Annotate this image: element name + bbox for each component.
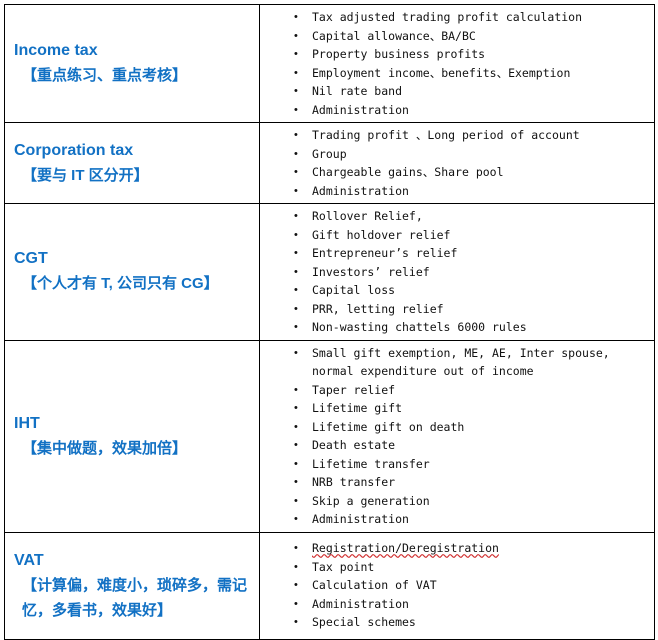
points-list: Trading profit 、Long period of account G… bbox=[260, 126, 648, 200]
points-cell-cgt: Rollover Relief, Gift holdover relief En… bbox=[259, 203, 655, 341]
list-item: Administration bbox=[260, 510, 648, 529]
list-item: Small gift exemption, ME, AE, Inter spou… bbox=[260, 344, 648, 381]
list-item: Administration bbox=[260, 101, 648, 120]
points-cell-corporation-tax: Trading profit 、Long period of account G… bbox=[259, 122, 655, 204]
topic-cell-corporation-tax: Corporation tax 【要与 IT 区分开】 bbox=[4, 122, 260, 204]
list-item: Taper relief bbox=[260, 381, 648, 400]
topic-cell-vat: VAT 【计算偏，难度小，琐碎多，需记忆，多看书，效果好】 bbox=[4, 531, 260, 640]
topic-cell-income-tax: Income tax 【重点练习、重点考核】 bbox=[4, 4, 260, 123]
points-cell-income-tax: Tax adjusted trading profit calculation … bbox=[259, 4, 655, 123]
topic-title: Corporation tax bbox=[14, 141, 134, 159]
topic-note: 【重点练习、重点考核】 bbox=[22, 67, 188, 84]
list-item: Chargeable gains、Share pool bbox=[260, 163, 648, 182]
list-item: Group bbox=[260, 145, 648, 164]
topic-cell-cgt: CGT 【个人才有 T, 公司只有 CG】 bbox=[4, 203, 260, 341]
topic-title: CGT bbox=[14, 250, 48, 268]
tax-topics-table: Income tax 【重点练习、重点考核】 Tax adjusted trad… bbox=[4, 4, 655, 640]
topic-title: IHT bbox=[14, 414, 40, 432]
list-item: Investors’ relief bbox=[260, 263, 648, 282]
topic-note: 【要与 IT 区分开】 bbox=[22, 166, 149, 184]
table-row: CGT 【个人才有 T, 公司只有 CG】 Rollover Relief, G… bbox=[4, 203, 655, 341]
list-item: Gift holdover relief bbox=[260, 226, 648, 245]
list-item: Nil rate band bbox=[260, 82, 648, 101]
table-row: Corporation tax 【要与 IT 区分开】 Trading prof… bbox=[4, 122, 655, 204]
topic-note: 【计算偏，难度小，琐碎多，需记忆，多看书，效果好】 bbox=[22, 576, 248, 619]
points-list: Registration/Deregistration Tax point Ca… bbox=[260, 539, 648, 632]
list-item: Administration bbox=[260, 182, 648, 201]
topic-title: Income tax bbox=[14, 42, 98, 59]
points-list: Tax adjusted trading profit calculation … bbox=[260, 8, 648, 119]
list-item: Lifetime gift bbox=[260, 399, 648, 418]
list-item: Capital allowance、BA/BC bbox=[260, 27, 648, 46]
table-row: Income tax 【重点练习、重点考核】 Tax adjusted trad… bbox=[4, 4, 655, 123]
misspelled-word: Registration/Deregistration bbox=[312, 541, 499, 556]
list-item: Special schemes bbox=[260, 613, 648, 632]
list-item: PRR, letting relief bbox=[260, 300, 648, 319]
table-row: IHT 【集中做题，效果加倍】 Small gift exemption, ME… bbox=[4, 339, 655, 533]
topic-title: VAT bbox=[14, 551, 44, 569]
list-item: Death estate bbox=[260, 436, 648, 455]
list-item: Lifetime gift on death bbox=[260, 418, 648, 437]
points-cell-vat: Registration/Deregistration Tax point Ca… bbox=[259, 531, 655, 640]
list-item: Registration/Deregistration bbox=[260, 539, 648, 558]
list-item: Lifetime transfer bbox=[260, 455, 648, 474]
list-item: Tax adjusted trading profit calculation bbox=[260, 8, 648, 27]
list-item: Entrepreneur’s relief bbox=[260, 244, 648, 263]
points-cell-iht: Small gift exemption, ME, AE, Inter spou… bbox=[259, 339, 655, 533]
list-item: Tax point bbox=[260, 558, 648, 577]
points-list: Rollover Relief, Gift holdover relief En… bbox=[260, 207, 648, 337]
list-item: Administration bbox=[260, 595, 648, 614]
topic-cell-iht: IHT 【集中做题，效果加倍】 bbox=[4, 339, 260, 533]
list-item: NRB transfer bbox=[260, 473, 648, 492]
points-list: Small gift exemption, ME, AE, Inter spou… bbox=[260, 344, 648, 529]
list-item: Property business profits bbox=[260, 45, 648, 64]
list-item: Rollover Relief, bbox=[260, 207, 648, 226]
list-item: Non-wasting chattels 6000 rules bbox=[260, 318, 648, 337]
table-row: VAT 【计算偏，难度小，琐碎多，需记忆，多看书，效果好】 Registrati… bbox=[4, 531, 655, 640]
topic-note: 【个人才有 T, 公司只有 CG】 bbox=[22, 275, 219, 293]
list-item: Calculation of VAT bbox=[260, 576, 648, 595]
list-item: Employment income、benefits、Exemption bbox=[260, 64, 648, 83]
list-item: Skip a generation bbox=[260, 492, 648, 511]
list-item: Trading profit 、Long period of account bbox=[260, 126, 648, 145]
list-item: Capital loss bbox=[260, 281, 648, 300]
topic-note: 【集中做题，效果加倍】 bbox=[22, 439, 188, 457]
